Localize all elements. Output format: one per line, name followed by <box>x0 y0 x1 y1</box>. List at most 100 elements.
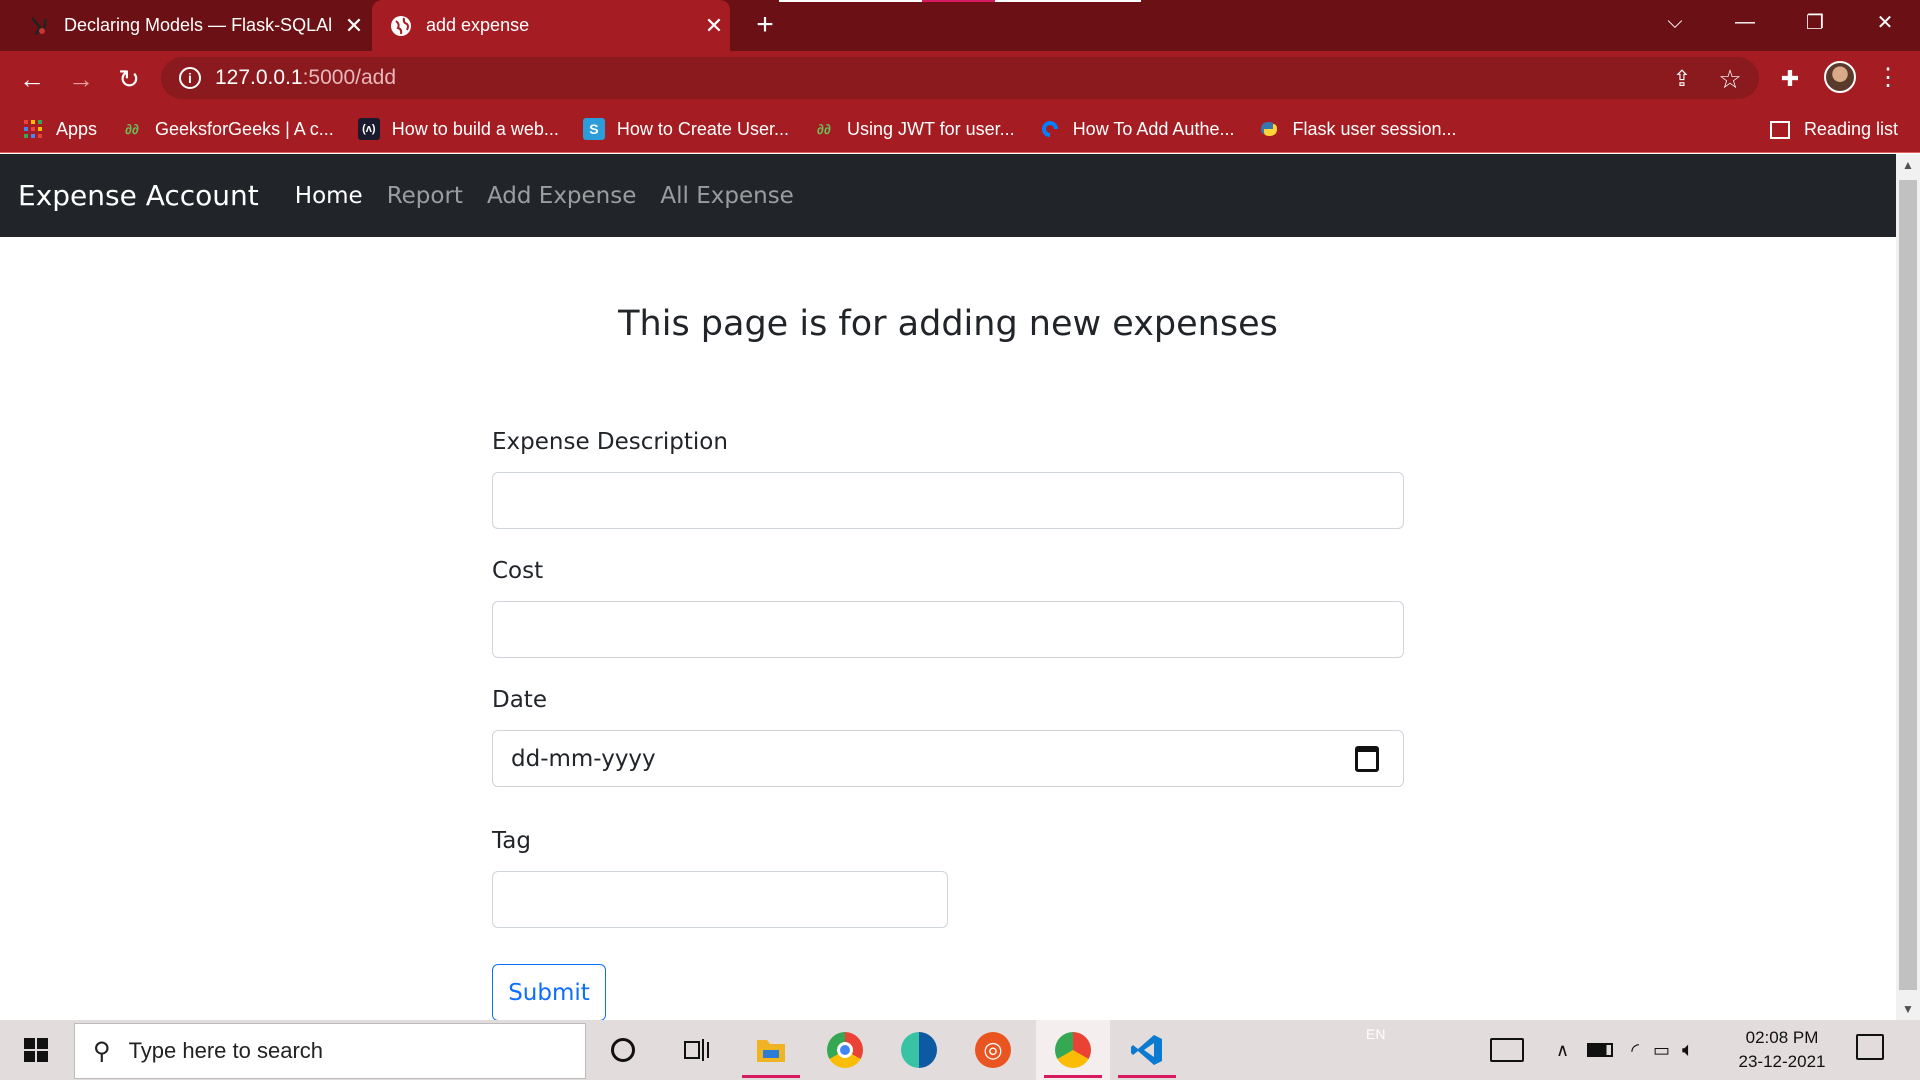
share-icon[interactable]: ⇪ <box>1663 60 1701 98</box>
close-window-button[interactable]: ✕ <box>1850 0 1920 44</box>
news-widget-icon[interactable] <box>1490 1038 1524 1062</box>
bookmark-geeksforgeeks[interactable]: ∂∂ GeeksforGeeks | A c... <box>121 118 334 140</box>
task-view-button[interactable] <box>660 1020 734 1080</box>
start-button[interactable] <box>0 1020 72 1080</box>
chrome-button[interactable] <box>808 1020 882 1080</box>
bookmark-jwt[interactable]: ∂∂ Using JWT for user... <box>813 118 1015 140</box>
back-button[interactable]: ← <box>13 60 51 98</box>
description-input[interactable] <box>492 472 1404 529</box>
page-title: This page is for adding new expenses <box>618 304 1278 344</box>
windows-taskbar: ⚲ Type here to search ◎ EN ∧ ◜ ▭ 🔈︎ 02:0… <box>0 1020 1920 1080</box>
page-scrollbar[interactable]: ▲ ▼ <box>1896 154 1920 1020</box>
date-input[interactable]: dd-mm-yyyy <box>492 730 1404 787</box>
bookmarks-bar: Apps ∂∂ GeeksforGeeks | A c... (ʌ) How t… <box>0 106 1920 153</box>
taskbar-clock[interactable]: 02:08 PM 23-12-2021 <box>1720 1026 1844 1074</box>
cortana-button[interactable] <box>586 1020 660 1080</box>
url-path: :5000/add <box>302 66 397 89</box>
bookmark-label: How to build a web... <box>391 118 559 139</box>
edge-button[interactable] <box>882 1020 956 1080</box>
cost-input[interactable] <box>492 601 1404 658</box>
bookmark-star-icon[interactable]: ☆ <box>1711 60 1749 98</box>
ubuntu-button[interactable]: ◎ <box>956 1020 1030 1080</box>
meet-now-icon[interactable]: ▭ <box>1653 1040 1670 1061</box>
navbar-brand[interactable]: Expense Account <box>18 179 259 212</box>
tag-input[interactable] <box>492 871 948 928</box>
reload-button[interactable]: ↻ <box>110 60 148 98</box>
url-host: 127.0.0.1 <box>215 66 303 89</box>
nav-link-add-expense[interactable]: Add Expense <box>487 183 636 209</box>
bookmark-label: Using JWT for user... <box>846 118 1015 139</box>
notification-center-icon[interactable] <box>1856 1034 1884 1060</box>
tab-strip-highlight <box>779 0 922 2</box>
folder-icon <box>757 1040 785 1062</box>
task-view-icon <box>684 1039 709 1061</box>
calendar-icon[interactable] <box>1355 746 1379 772</box>
description-label: Expense Description <box>492 429 728 455</box>
file-explorer-button[interactable] <box>734 1020 808 1080</box>
chevron-up-icon[interactable]: ∧ <box>1556 1040 1569 1061</box>
chrome-profile-icon <box>1055 1032 1091 1068</box>
close-tab-icon[interactable]: ✕ <box>338 13 370 39</box>
submit-button[interactable]: Submit <box>492 964 606 1020</box>
reading-list-button[interactable]: Reading list <box>1769 106 1898 153</box>
vscode-button[interactable] <box>1110 1020 1184 1080</box>
search-placeholder: Type here to search <box>128 1038 324 1063</box>
forward-button[interactable]: → <box>62 60 100 98</box>
tab-add-expense[interactable]: add expense ✕ <box>372 0 730 51</box>
bookmark-label: How to Create User... <box>616 118 789 139</box>
windows-logo-icon <box>24 1038 48 1062</box>
bookmark-create-user[interactable]: S How to Create User... <box>582 118 789 140</box>
ubuntu-icon: ◎ <box>975 1032 1011 1068</box>
s-icon: S <box>582 118 605 140</box>
tab-strip: Declaring Models — Flask-SQLAl ✕ add exp… <box>0 0 1920 51</box>
page-viewport: Expense Account Home Report Add Expense … <box>0 154 1896 1020</box>
wifi-icon[interactable]: ◜ <box>1631 1038 1639 1063</box>
tab-search-icon[interactable]: ⌵ <box>1640 0 1710 44</box>
clock-time: 02:08 PM <box>1745 1028 1819 1047</box>
globe-icon <box>390 15 412 37</box>
flask-favicon-icon <box>28 15 50 37</box>
address-bar[interactable]: i 127.0.0.1:5000/add <box>161 57 1759 99</box>
tag-label: Tag <box>492 828 531 854</box>
bookmark-label: Apps <box>56 118 98 139</box>
running-indicator <box>1044 1075 1102 1078</box>
clock-date: 23-12-2021 <box>1738 1052 1826 1071</box>
battery-icon[interactable] <box>1587 1043 1614 1057</box>
site-info-icon[interactable]: i <box>179 67 201 89</box>
restore-button[interactable]: ❐ <box>1780 0 1850 44</box>
scrollbar-thumb[interactable] <box>1899 180 1917 990</box>
scroll-down-arrow-icon[interactable]: ▼ <box>1896 998 1920 1020</box>
bookmark-apps[interactable]: Apps <box>22 118 97 140</box>
nav-link-report[interactable]: Report <box>387 183 463 209</box>
search-icon: ⚲ <box>93 1037 111 1065</box>
reading-list-label: Reading list <box>1803 119 1898 139</box>
nav-link-all-expense[interactable]: All Expense <box>660 183 793 209</box>
date-placeholder: dd-mm-yyyy <box>511 745 656 772</box>
bookmark-add-auth[interactable]: How To Add Authe... <box>1039 118 1234 140</box>
bookmark-build-web[interactable]: (ʌ) How to build a web... <box>357 118 559 140</box>
tab-strip-highlight <box>922 0 995 2</box>
browser-menu-icon[interactable]: ⋮ <box>1876 61 1900 95</box>
bookmark-flask-session[interactable]: Flask user session... <box>1258 118 1457 140</box>
extensions-puzzle-icon[interactable]: ✚ <box>1771 60 1809 98</box>
tab-declaring-models[interactable]: Declaring Models — Flask-SQLAl ✕ <box>0 0 370 51</box>
site-navbar: Expense Account Home Report Add Expense … <box>0 154 1896 237</box>
bookmark-label: Flask user session... <box>1292 118 1457 139</box>
chrome-icon <box>827 1032 863 1068</box>
new-tab-button[interactable]: + <box>748 8 782 42</box>
profile-avatar[interactable] <box>1824 61 1856 93</box>
chrome-profile-button[interactable] <box>1036 1020 1110 1080</box>
taskbar-search[interactable]: ⚲ Type here to search <box>74 1023 586 1079</box>
close-tab-icon[interactable]: ✕ <box>698 13 730 39</box>
scroll-up-arrow-icon[interactable]: ▲ <box>1896 154 1920 176</box>
tab-title: add expense <box>426 15 530 35</box>
running-indicator <box>742 1075 800 1078</box>
minimize-button[interactable]: — <box>1710 0 1780 44</box>
volume-icon[interactable]: 🔈︎ <box>1682 1039 1694 1062</box>
running-indicator <box>1118 1075 1176 1078</box>
system-tray: ∧ ◜ ▭ 🔈︎ <box>1490 1020 1694 1080</box>
nav-link-home[interactable]: Home <box>295 183 363 209</box>
language-indicator[interactable]: EN <box>1366 1026 1385 1042</box>
window-controls: ⌵ — ❐ ✕ <box>1640 0 1920 51</box>
gfg-icon: ∂∂ <box>125 121 139 137</box>
